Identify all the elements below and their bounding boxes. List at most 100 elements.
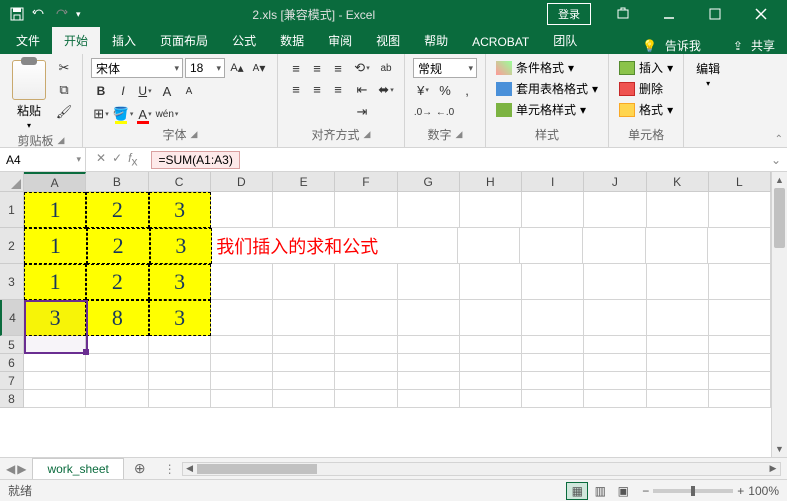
delete-cells-button[interactable]: 删除 [617, 79, 675, 98]
cell[interactable] [86, 372, 148, 390]
cell[interactable] [584, 390, 646, 408]
cell[interactable] [522, 354, 584, 372]
comma-icon[interactable]: , [457, 80, 477, 100]
fx-icon[interactable]: fx [128, 151, 137, 168]
cell[interactable] [584, 192, 646, 228]
cell[interactable] [335, 192, 397, 228]
cell[interactable] [211, 390, 273, 408]
dialog-launcher-icon[interactable]: ◢ [191, 129, 198, 140]
zoom-slider[interactable] [653, 489, 733, 493]
cell[interactable]: 1 [24, 228, 87, 264]
cell[interactable] [522, 192, 584, 228]
tab-share[interactable]: 共享 [751, 37, 775, 54]
col-header[interactable]: H [460, 172, 522, 191]
cancel-formula-icon[interactable]: ✕ [96, 151, 106, 168]
cell[interactable]: 3 [149, 192, 211, 228]
col-header[interactable]: E [273, 172, 335, 191]
enter-formula-icon[interactable]: ✓ [112, 151, 122, 168]
row-header[interactable]: 8 [0, 390, 23, 408]
cell[interactable] [86, 390, 148, 408]
cell[interactable] [647, 372, 709, 390]
cell[interactable] [457, 228, 520, 264]
tab-data[interactable]: 数据 [268, 27, 316, 54]
col-header[interactable]: A [24, 172, 86, 191]
cell[interactable] [647, 264, 709, 300]
cell[interactable] [647, 192, 709, 228]
paste-button[interactable]: 粘贴 ▾ [8, 58, 50, 132]
sheet-tab[interactable]: work_sheet [32, 458, 123, 479]
normal-view-icon[interactable]: ▦ [566, 482, 588, 500]
cell[interactable] [584, 354, 646, 372]
minimize-icon[interactable] [647, 0, 691, 28]
cell[interactable]: 8 [86, 300, 148, 336]
row-header[interactable]: 1 [0, 192, 23, 228]
page-break-view-icon[interactable]: ▣ [612, 482, 634, 500]
align-bottom-icon[interactable]: ≡ [328, 58, 348, 78]
italic-icon[interactable]: I [113, 81, 133, 101]
cell[interactable] [211, 192, 273, 228]
cell[interactable] [211, 354, 273, 372]
increase-indent-icon[interactable]: ⇥ [352, 102, 372, 122]
cell[interactable]: 3 [150, 228, 213, 264]
col-header[interactable]: C [149, 172, 211, 191]
cell[interactable] [520, 228, 583, 264]
col-header[interactable]: G [398, 172, 460, 191]
col-header[interactable]: L [709, 172, 771, 191]
close-icon[interactable] [739, 0, 783, 28]
scroll-left-icon[interactable]: ◀ [183, 463, 197, 475]
orientation-icon[interactable]: ⟲ [352, 58, 372, 78]
cell[interactable] [460, 192, 522, 228]
tab-formulas[interactable]: 公式 [220, 27, 268, 54]
cell[interactable] [398, 372, 460, 390]
currency-icon[interactable]: ¥ [413, 80, 433, 100]
cell[interactable] [709, 300, 771, 336]
sheet-nav-next-icon[interactable]: ▶ [17, 462, 26, 476]
cell[interactable] [709, 264, 771, 300]
merge-icon[interactable]: ⬌ [376, 80, 396, 100]
tab-insert[interactable]: 插入 [100, 27, 148, 54]
align-right-icon[interactable]: ≡ [328, 79, 348, 99]
tab-file[interactable]: 文件 [4, 27, 52, 54]
cut-icon[interactable]: ✂ [54, 58, 74, 78]
cell[interactable] [273, 372, 335, 390]
fill-color-icon[interactable]: 🪣 [113, 104, 133, 124]
scroll-right-icon[interactable]: ▶ [766, 463, 780, 475]
underline-icon[interactable]: U [135, 81, 155, 101]
tab-home[interactable]: 开始 [52, 27, 100, 54]
cell[interactable]: 2 [86, 264, 148, 300]
tab-review[interactable]: 审阅 [316, 27, 364, 54]
login-button[interactable]: 登录 [547, 3, 591, 25]
grid[interactable]: A B C D E F G H I J K L 1 2 3 1 2 3 我们 [24, 172, 771, 457]
col-header[interactable]: J [584, 172, 646, 191]
add-sheet-icon[interactable]: ⊕ [124, 460, 156, 477]
cell[interactable] [647, 336, 709, 354]
cell[interactable] [584, 336, 646, 354]
cell[interactable] [584, 264, 646, 300]
cell[interactable]: 3 [149, 264, 211, 300]
cell[interactable] [273, 354, 335, 372]
cell[interactable] [273, 300, 335, 336]
cell[interactable] [24, 390, 86, 408]
cell[interactable] [273, 192, 335, 228]
cell[interactable] [149, 372, 211, 390]
cell[interactable] [398, 300, 460, 336]
cell[interactable] [273, 390, 335, 408]
cell[interactable] [522, 336, 584, 354]
tab-team[interactable]: 团队 [541, 27, 589, 54]
decrease-decimal-icon[interactable]: ←.0 [435, 102, 455, 122]
percent-icon[interactable]: % [435, 80, 455, 100]
zoom-in-icon[interactable]: + [737, 484, 744, 498]
cell[interactable] [460, 354, 522, 372]
cell[interactable] [709, 192, 771, 228]
font-color-icon[interactable]: A [135, 104, 155, 124]
row-header[interactable]: 6 [0, 354, 23, 372]
cell[interactable] [522, 300, 584, 336]
cell[interactable] [460, 264, 522, 300]
cell[interactable] [460, 336, 522, 354]
cell[interactable] [522, 390, 584, 408]
cell[interactable] [211, 372, 273, 390]
cell[interactable] [709, 390, 771, 408]
cell[interactable] [149, 336, 211, 354]
scroll-thumb[interactable] [197, 464, 317, 474]
cell[interactable] [398, 192, 460, 228]
